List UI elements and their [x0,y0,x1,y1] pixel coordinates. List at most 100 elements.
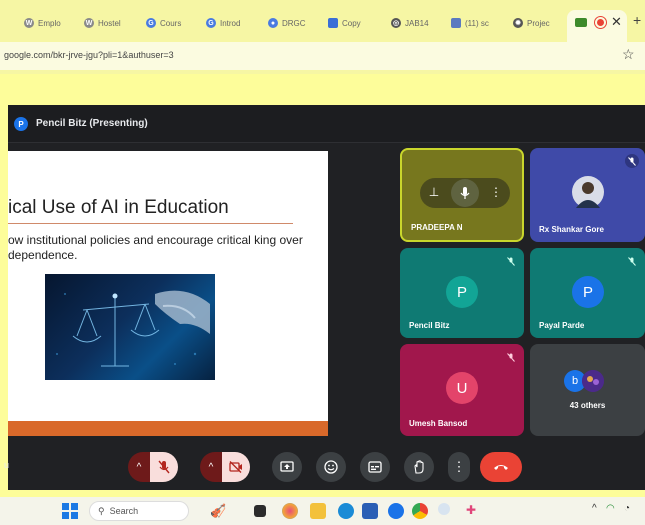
hang-up-icon [494,465,508,470]
present-screen-button[interactable] [272,452,302,482]
search-icon: ⚲ [98,505,105,516]
meeting-code: u [4,460,10,470]
others-count: 43 others [569,401,606,410]
microphone-icon[interactable] [451,179,479,207]
microphone-toggle-button[interactable] [150,452,178,482]
slide-footer-band [8,421,328,436]
avatar: P [572,276,604,308]
pin-icon[interactable]: ⊥ [426,185,442,201]
reactions-button[interactable] [316,452,346,482]
wm-icon: W [24,18,34,28]
browser-tab[interactable]: ✹ Projec [513,14,563,32]
google-icon: G [206,18,216,28]
globe-icon: ◎ [391,18,401,28]
chevron-up-icon: ^ [208,461,214,473]
emoji-icon [324,460,338,474]
chevron-up-icon: ^ [136,461,142,473]
shared-slide: ical Use of AI in Education ow instituti… [8,151,328,436]
more-options-button[interactable]: ⋮ [448,452,470,482]
slide-title-underline [8,223,293,224]
browser-tab-active[interactable]: ✕ [567,10,627,42]
browser-tab[interactable]: ● DRGC [268,14,320,32]
browser-tab[interactable]: ◎ JAB14 [391,14,443,32]
file-explorer-icon[interactable] [310,503,326,519]
facebook-icon[interactable] [388,503,404,519]
browser-tab[interactable]: W Emplo [24,14,76,32]
video-options-button[interactable]: ^ [200,452,222,482]
slide-title: ical Use of AI in Education [8,197,229,218]
slide-body-text: ow institutional policies and encourage … [8,233,303,262]
others-tile[interactable]: b 43 others [530,344,645,436]
avatar: P [446,276,478,308]
captions-icon [368,461,382,473]
new-tab-button[interactable]: + [633,12,641,28]
taskbar-search[interactable]: ⚲ Search [89,501,189,521]
taskbar-search-placeholder: Search [109,506,139,516]
edge-icon[interactable] [338,503,354,519]
tile-hover-controls: ⊥ ⋮ [420,178,510,208]
windows-start-icon[interactable] [62,503,78,519]
volume-icon[interactable]: ◔ [624,503,630,514]
captions-button[interactable] [360,452,390,482]
muted-mic-icon [504,254,518,268]
browser-tab[interactable]: W Hostel [84,14,136,32]
chevron-up-icon[interactable]: ^ [592,503,597,514]
meet-control-bar: u ^ ^ ⋮ [4,438,645,490]
browser-tab[interactable]: (11) sc [451,14,506,32]
meet-window: P Pencil Bitz (Presenting) ical Use of A… [4,105,645,490]
close-tab-icon[interactable]: ✕ [611,14,622,30]
presenter-name: Pencil Bitz (Presenting) [36,118,148,129]
network-icon[interactable]: ◠ [606,503,615,514]
google-icon: G [146,18,156,28]
gear-icon: ✹ [513,18,523,28]
participant-name: Umesh Bansod [409,419,468,428]
participant-tile[interactable]: Rx Shankar Gore [530,148,645,242]
participant-tile[interactable]: U Umesh Bansod [400,344,524,436]
avatar [572,176,604,208]
participant-name: Payal Parde [539,321,585,330]
address-bar[interactable]: google.com/bkr-jrve-jgu?pli=1&authuser=3… [0,42,645,70]
hand-icon [414,460,424,474]
presenting-header: P Pencil Bitz (Presenting) [8,105,645,143]
windows-taskbar: ⚲ Search 🎻 ✚ ^ ◠ ◔ [0,497,645,525]
presenter-avatar: P [14,117,28,131]
muted-mic-icon [625,154,639,168]
app-icon [451,18,461,28]
mic-off-icon [158,460,170,474]
browser-tab[interactable]: G Cours [146,14,198,32]
app-icon[interactable] [282,503,298,519]
muted-mic-icon [625,254,639,268]
slides-icon [328,18,338,28]
muted-mic-icon [504,350,518,364]
browser-tab[interactable]: G Introd [206,14,258,32]
avatar [582,370,604,392]
camera-toggle-button[interactable] [222,452,250,482]
ai-justice-image [45,274,215,380]
participant-name: Rx Shankar Gore [539,225,604,234]
chrome-icon: ● [268,18,278,28]
more-vert-icon: ⋮ [452,459,466,474]
avatar: U [446,372,478,404]
app-icon[interactable]: ✚ [466,503,482,519]
raise-hand-button[interactable] [404,452,434,482]
url-text[interactable]: google.com/bkr-jrve-jgu?pli=1&authuser=3 [4,50,174,60]
wm-icon: W [84,18,94,28]
bookmark-star-icon[interactable]: ☆ [622,46,635,63]
task-view-icon[interactable] [254,505,266,517]
participant-tile[interactable]: P Pencil Bitz [400,248,524,338]
toolbar-divider [0,70,645,74]
store-icon[interactable] [362,503,378,519]
recording-indicator-icon [594,16,607,29]
widgets-icon[interactable]: 🎻 [210,503,226,519]
browser-tab[interactable]: Copy [328,14,380,32]
participant-tile[interactable]: ⊥ ⋮ PRADEEPA N [400,148,524,242]
more-options-icon[interactable]: ⋮ [490,185,502,199]
participant-name: Pencil Bitz [409,321,450,330]
chrome-icon[interactable] [412,503,428,519]
audio-options-button[interactable]: ^ [128,452,150,482]
leave-call-button[interactable] [480,452,522,482]
participant-tile[interactable]: P Payal Parde [530,248,645,338]
screen-share-icon [575,18,587,27]
app-icon[interactable] [438,503,450,515]
present-icon [280,461,294,472]
